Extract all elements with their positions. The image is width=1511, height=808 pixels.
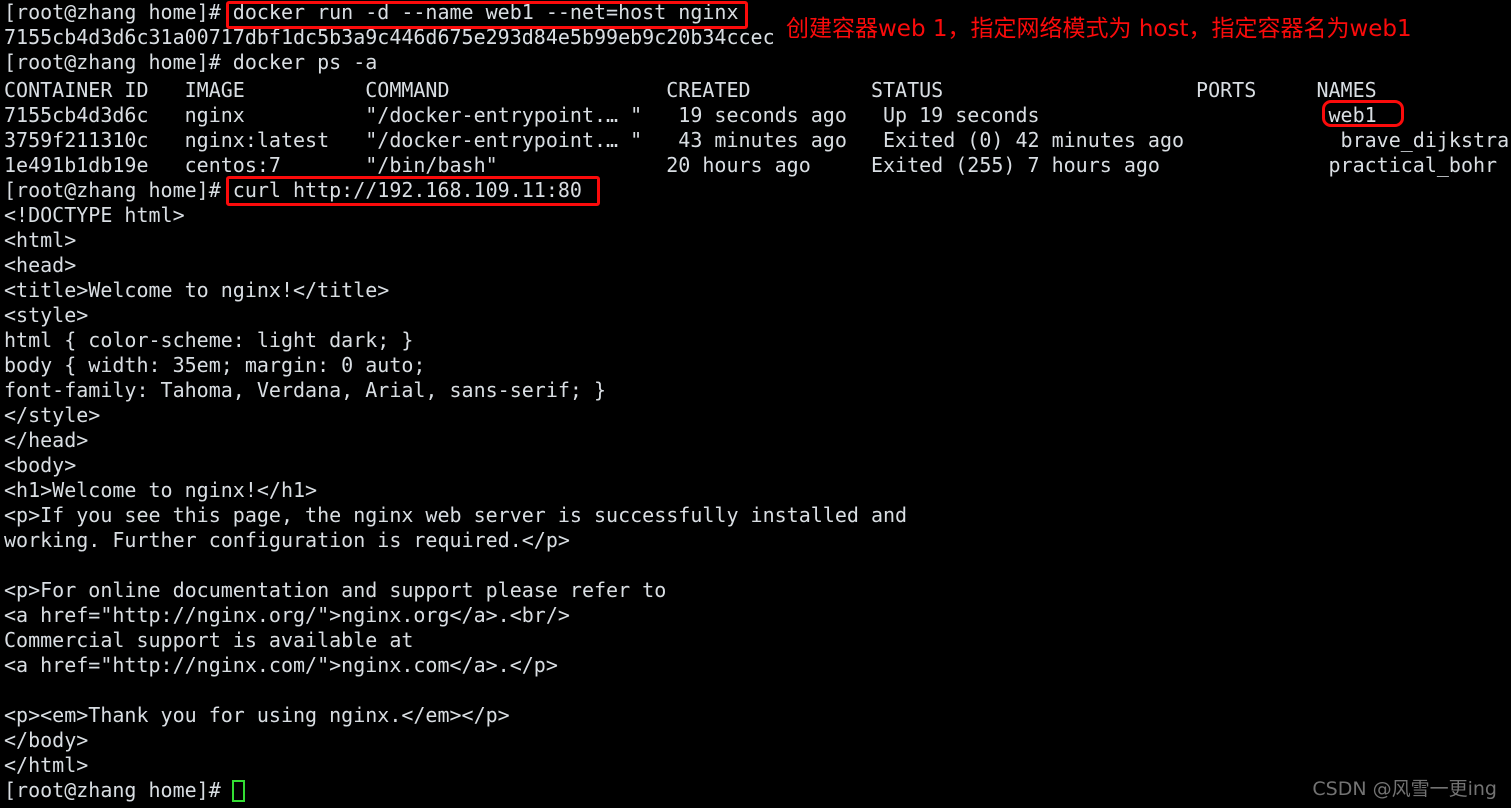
terminal-line-css-html-rule: html { color-scheme: light dark; }: [4, 328, 414, 352]
terminal-line-html-commercial-support: Commercial support is available at: [4, 628, 414, 652]
terminal-line-html-style-close: </style>: [4, 403, 101, 427]
terminal-line-css-font-rule: font-family: Tahoma, Verdana, Arial, san…: [4, 378, 607, 402]
terminal-line-html-style-open: <style>: [4, 303, 89, 327]
terminal-line-html-open: <html>: [4, 228, 77, 252]
terminal-line-html-title: <title>Welcome to nginx!</title>: [4, 278, 390, 302]
annotation-create-container-note: 创建容器web 1，指定网络模式为 host，指定容器名为web1: [786, 16, 1412, 42]
terminal-line-docker-run-command: [root@zhang home]# docker run -d --name …: [4, 0, 739, 24]
terminal-line-html-paragraph-intro-1: <p>If you see this page, the nginx web s…: [4, 503, 908, 527]
terminal-line-html-head-open: <head>: [4, 253, 77, 277]
terminal-line-ps-table-row-3: 1e491b1db19e centos:7 "/bin/bash" 20 hou…: [4, 153, 1498, 177]
terminal-line-html-anchor-nginx-com: <a href="http://nginx.com/">nginx.com</a…: [4, 653, 558, 677]
terminal-line-html-h1: <h1>Welcome to nginx!</h1>: [4, 478, 318, 502]
csdn-watermark: CSDN @风雪一更ing: [1312, 778, 1497, 800]
terminal-line-ps-table-header: CONTAINER ID IMAGE COMMAND CREATED STATU…: [4, 78, 1377, 102]
terminal-line-css-body-rule: body { width: 35em; margin: 0 auto;: [4, 353, 426, 377]
terminal-line-ps-table-row-2: 3759f211310c nginx:latest "/docker-entry…: [4, 128, 1510, 152]
terminal-line-ps-table-row-1: 7155cb4d3d6c nginx "/docker-entrypoint.……: [4, 103, 1377, 127]
terminal-cursor: [232, 780, 245, 802]
terminal-line-html-body-open: <body>: [4, 453, 77, 477]
terminal-line-prompt-final: [root@zhang home]#: [4, 778, 233, 802]
terminal-line-curl-command: [root@zhang home]# curl http://192.168.1…: [4, 178, 582, 202]
terminal-line-html-close: </html>: [4, 753, 89, 777]
terminal-line-html-head-close: </head>: [4, 428, 89, 452]
terminal-line-html-doctype: <!DOCTYPE html>: [4, 203, 185, 227]
terminal-line-html-paragraph-thanks: <p><em>Thank you for using nginx.</em></…: [4, 703, 510, 727]
terminal-line-html-body-close: </body>: [4, 728, 89, 752]
terminal-line-docker-ps-command: [root@zhang home]# docker ps -a: [4, 50, 378, 74]
terminal-line-html-paragraph-docs: <p>For online documentation and support …: [4, 578, 667, 602]
terminal-line-html-anchor-nginx-org: <a href="http://nginx.org/">nginx.org</a…: [4, 603, 570, 627]
terminal-window[interactable]: [root@zhang home]# docker run -d --name …: [0, 0, 1511, 808]
terminal-line-html-paragraph-intro-2: working. Further configuration is requir…: [4, 528, 570, 552]
terminal-line-container-id-hash: 7155cb4d3d6c31a00717dbf1dc5b3a9c446d675e…: [4, 25, 775, 49]
